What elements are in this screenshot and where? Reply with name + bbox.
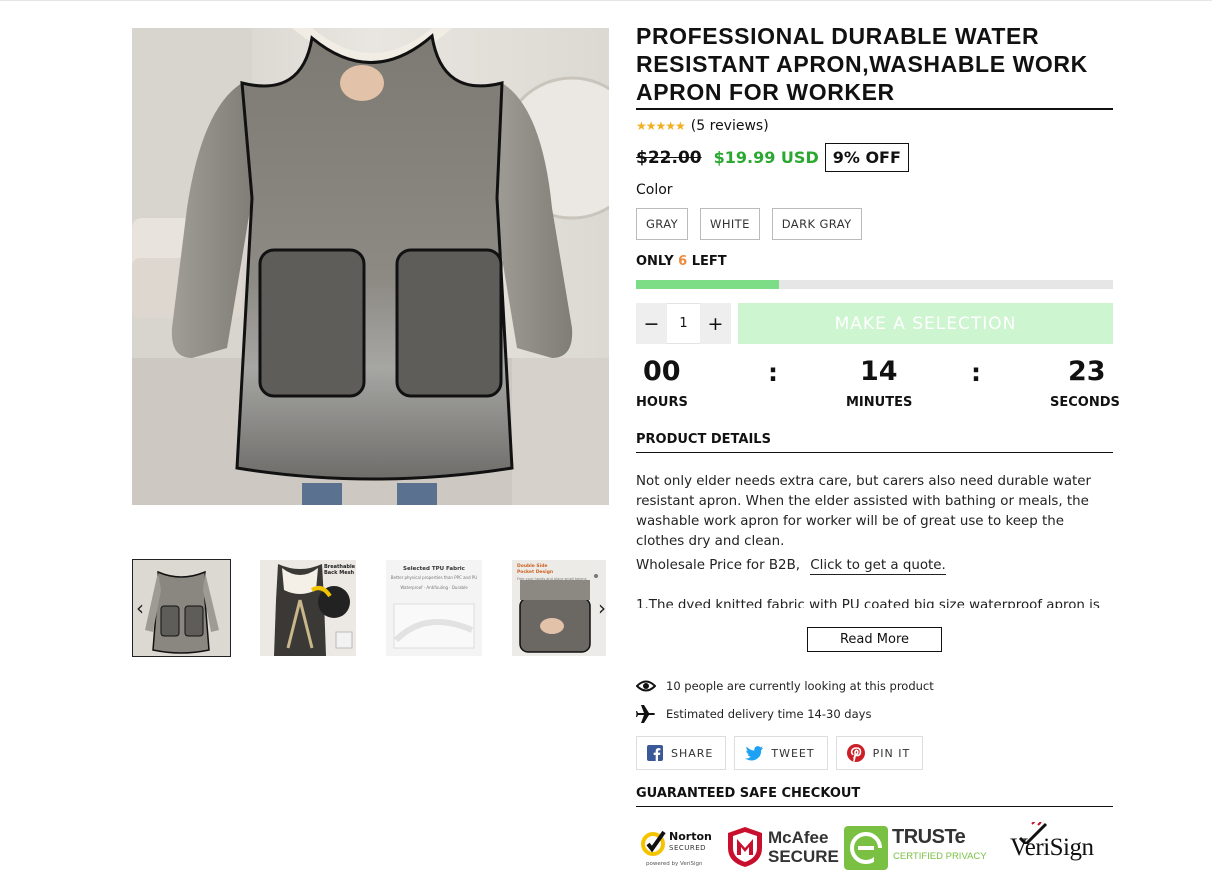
stock-progress-fill — [636, 280, 780, 289]
thumb2-caption: Breathable Back Mesh — [324, 564, 356, 576]
stock-prefix: ONLY — [636, 254, 674, 269]
countdown-seconds: 23 — [1068, 356, 1106, 387]
delivery-notice: Estimated delivery time 14-30 days — [636, 704, 871, 724]
gallery-next-arrow[interactable]: › — [594, 597, 610, 619]
countdown-hours-label: HOURS — [636, 395, 688, 410]
verisign-label: VeriSign — [1010, 834, 1094, 861]
reviews-count[interactable]: (5 reviews) — [691, 118, 769, 134]
compare-at-price: $22.00 — [636, 147, 702, 168]
thumb4-caption: Double Side Pocket Design — [517, 564, 554, 575]
thumb3-title: Selected TPU Fabric — [403, 566, 465, 572]
thumb3-tags: Waterproof · Antifouling · Durable — [400, 585, 468, 590]
description-truncated-line: 1.The dyed knitted fabric with PU coated… — [636, 598, 1100, 608]
pinterest-share-button[interactable]: PIN IT — [835, 736, 924, 770]
rating-row[interactable]: ★★★★★ (5 reviews) — [636, 118, 769, 134]
color-option-gray[interactable]: GRAY — [636, 208, 689, 240]
star-rating-icon: ★★★★★ — [636, 119, 686, 133]
thumbnail-2[interactable]: Breathable Back Mesh — [260, 560, 356, 656]
product-details-heading: PRODUCT DETAILS — [636, 432, 1113, 453]
get-quote-link[interactable]: Click to get a quote. — [810, 558, 946, 575]
quantity-increase-button[interactable]: + — [700, 303, 731, 344]
mcafee-label: McAfee — [768, 828, 829, 847]
pinterest-icon — [846, 744, 865, 762]
trust-badges: Norton SECURED powered by VeriSign McAfe… — [638, 822, 1115, 878]
viewers-text: 10 people are currently looking at this … — [666, 679, 934, 693]
add-to-cart-button[interactable]: MAKE A SELECTION — [738, 303, 1113, 344]
social-share-row: SHARE TWEET PIN IT — [636, 736, 924, 770]
norton-label: Norton — [669, 830, 712, 843]
pinterest-share-label: PIN IT — [872, 746, 911, 760]
price-row: $22.00 $19.99 USD 9% OFF — [636, 143, 909, 172]
sale-price: $19.99 USD — [713, 148, 819, 167]
main-product-image[interactable] — [132, 28, 609, 505]
truste-badge: TRUSTe CERTIFIED PRIVACY — [844, 826, 1004, 870]
viewers-notice: 10 people are currently looking at this … — [636, 679, 934, 693]
countdown-minutes: 14 — [860, 356, 898, 387]
product-title: PROFESSIONAL DURABLE WATER RESISTANT APR… — [636, 22, 1113, 110]
truste-label: TRUSTe — [892, 826, 966, 848]
norton-check-icon — [641, 830, 666, 856]
mcafee-shield-icon — [728, 827, 762, 867]
stock-counter: ONLY 6 LEFT — [636, 254, 727, 269]
mcafee-badge: McAfee SECURE — [726, 826, 839, 870]
safe-checkout-heading: GUARANTEED SAFE CHECKOUT — [636, 786, 1113, 807]
product-info-column: PROFESSIONAL DURABLE WATER RESISTANT APR… — [636, 22, 1120, 870]
thumbnail-3[interactable]: Selected TPU Fabric Better physical prop… — [386, 560, 482, 656]
twitter-share-label: TWEET — [771, 746, 815, 760]
norton-powered-label: powered by VeriSign — [646, 861, 703, 867]
stock-count: 6 — [678, 254, 688, 269]
verisign-badge: VeriSign — [1010, 822, 1115, 874]
wholesale-text: Wholesale Price for B2B, — [636, 558, 801, 573]
facebook-icon — [647, 745, 663, 761]
color-label: Color — [636, 182, 673, 198]
norton-badge: Norton SECURED powered by VeriSign — [638, 828, 718, 868]
stock-suffix: LEFT — [691, 254, 727, 269]
facebook-share-button[interactable]: SHARE — [636, 736, 727, 770]
read-more-button[interactable]: Read More — [807, 627, 942, 652]
gallery-prev-arrow[interactable]: ‹ — [132, 597, 148, 619]
top-divider — [0, 0, 1212, 1]
truste-certified-label: CERTIFIED PRIVACY — [893, 851, 987, 862]
color-option-white[interactable]: WHITE — [700, 208, 760, 240]
thumbnail-4[interactable]: Double Side Pocket Design Free your hand… — [512, 560, 606, 656]
product-description: Not only elder needs extra care, but car… — [636, 474, 1092, 549]
countdown-seconds-label: SECONDS — [1050, 395, 1120, 410]
delivery-text: Estimated delivery time 14-30 days — [666, 707, 872, 721]
facebook-share-label: SHARE — [671, 746, 714, 760]
thumbnail-strip: ‹ Breathable Back Mesh Selected TPU Fabr… — [132, 559, 609, 659]
airplane-icon — [636, 705, 655, 723]
truste-icon — [844, 826, 888, 870]
stock-progress-bar — [636, 280, 1113, 289]
thumb4-subtitle: Free your hands and place small tokens — [517, 577, 587, 581]
countdown-timer: 00 HOURS : 14 MINUTES : 23 SECONDS — [636, 356, 1120, 416]
discount-badge: 9% OFF — [824, 143, 909, 172]
color-option-dark-gray[interactable]: DARK GRAY — [771, 208, 862, 240]
mcafee-secure-label: SECURE — [768, 847, 839, 866]
twitter-share-button[interactable]: TWEET — [734, 736, 828, 770]
eye-icon — [636, 680, 656, 692]
wholesale-line: Wholesale Price for B2B, Click to get a … — [636, 558, 946, 575]
countdown-separator: : — [768, 358, 778, 387]
quantity-stepper: − 1 + — [636, 303, 731, 344]
twitter-icon — [745, 745, 764, 760]
countdown-separator: : — [971, 358, 981, 387]
thumb3-subtitle: Better physical properties than PPC and … — [390, 575, 478, 580]
quantity-decrease-button[interactable]: − — [636, 303, 667, 344]
color-options: GRAY WHITE DARK GRAY — [636, 208, 862, 240]
quantity-input[interactable]: 1 — [667, 303, 700, 344]
countdown-minutes-label: MINUTES — [846, 395, 913, 410]
countdown-hours: 00 — [643, 356, 681, 387]
norton-secured-label: SECURED — [669, 844, 707, 852]
